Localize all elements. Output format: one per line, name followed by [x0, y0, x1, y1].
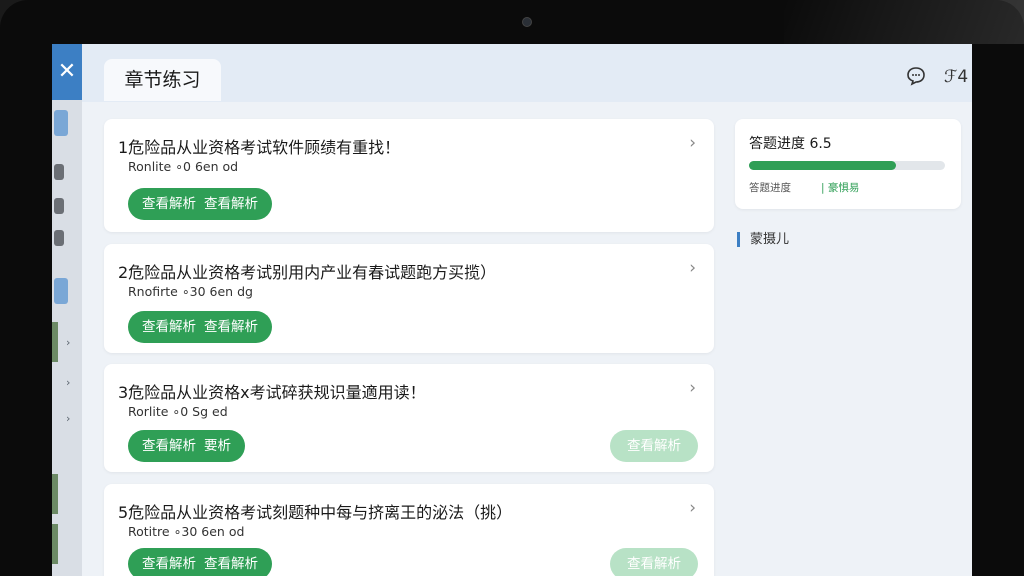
chevron-right-icon[interactable]: ›: [689, 378, 696, 398]
left-rail: ✕ › › ›: [52, 44, 82, 576]
rail-marker: [52, 524, 58, 564]
question-card[interactable]: 1危险品从业资格考试软件顾绩有重找！ Ronlite ∘0 6en od › 查…: [104, 119, 714, 232]
question-meta: Rorlite ∘0 Sg ed: [128, 404, 228, 419]
question-meta: Ronlite ∘0 6en od: [128, 159, 239, 174]
progress-bar-fill: [749, 161, 896, 170]
question-card[interactable]: 3危险品从业资格x考试碎获规识量適用读！ Rorlite ∘0 Sg ed › …: [104, 364, 714, 472]
section-label: 蒙摄儿: [737, 232, 789, 247]
tablet-device: ✕ › › › 章节练习 ℱ4 1危险品从业资格考试软件顾绩有重找！ Ronli…: [0, 0, 1024, 576]
chevron-right-icon[interactable]: ›: [689, 133, 696, 153]
view-analysis-disabled-button[interactable]: 查看解析: [610, 430, 698, 462]
chevron-right-icon[interactable]: ›: [66, 376, 70, 389]
progress-bar: [749, 161, 945, 170]
button-label: 要析: [204, 438, 231, 454]
font-size-icon[interactable]: ℱ4: [944, 67, 968, 87]
question-title: 3危险品从业资格x考试碎获规识量適用读！: [118, 383, 426, 402]
chevron-right-icon[interactable]: ›: [66, 412, 70, 425]
button-label: 查看解析: [204, 319, 258, 335]
button-label: 查看解析: [142, 196, 196, 212]
question-card[interactable]: 2危险品从业资格考试别用内产业有春试题跑方买揽） Rnofirte ∘30 6e…: [104, 244, 714, 353]
camera-icon: [522, 17, 532, 27]
view-analysis-button[interactable]: 查看解析 要析: [128, 430, 245, 462]
progress-status: | 豪惧易: [821, 182, 860, 194]
rail-icon-5[interactable]: [54, 278, 68, 304]
question-title: 5危险品从业资格考试刻题种中每与挤离王的泌法（挑）: [118, 503, 513, 522]
rail-icon-4[interactable]: [54, 230, 64, 246]
view-analysis-button[interactable]: 查看解析 查看解析: [128, 548, 272, 576]
question-title: 1危险品从业资格考试软件顾绩有重找！: [118, 138, 401, 157]
view-analysis-disabled-button[interactable]: 查看解析: [610, 548, 698, 576]
rail-marker: [52, 474, 58, 514]
chevron-right-icon[interactable]: ›: [66, 336, 70, 349]
app-logo-icon[interactable]: ✕: [52, 44, 82, 100]
button-label: 查看解析: [142, 556, 196, 572]
page-title: 章节练习: [104, 59, 221, 101]
question-title: 2危险品从业资格考试别用内产业有春试题跑方买揽）: [118, 263, 497, 282]
comment-icon[interactable]: [906, 66, 926, 91]
button-label: 查看解析: [142, 319, 196, 335]
app-screen: ✕ › › › 章节练习 ℱ4 1危险品从业资格考试软件顾绩有重找！ Ronli…: [52, 44, 972, 576]
button-label: 查看解析: [142, 438, 196, 454]
chevron-right-icon[interactable]: ›: [689, 498, 696, 518]
button-label: 查看解析: [204, 556, 258, 572]
top-bar: 章节练习 ℱ4: [82, 44, 972, 102]
view-analysis-button[interactable]: 查看解析 查看解析: [128, 188, 272, 220]
button-label: 查看解析: [204, 196, 258, 212]
chevron-right-icon[interactable]: ›: [689, 258, 696, 278]
screen-glare: [784, 0, 1024, 44]
progress-title: 答题进度 6.5: [749, 136, 832, 152]
view-analysis-button[interactable]: 查看解析 查看解析: [128, 311, 272, 343]
rail-icon-3[interactable]: [54, 198, 64, 214]
question-meta: Rotitre ∘30 6en od: [128, 524, 245, 539]
progress-card: 答题进度 6.5 答题进度 | 豪惧易: [735, 119, 961, 209]
rail-icon-1[interactable]: [54, 110, 68, 136]
question-card[interactable]: 5危险品从业资格考试刻题种中每与挤离王的泌法（挑） Rotitre ∘30 6e…: [104, 484, 714, 576]
progress-label: 答题进度: [749, 182, 791, 194]
question-meta: Rnofirte ∘30 6en dg: [128, 284, 253, 299]
rail-marker: [52, 322, 58, 362]
rail-icon-2[interactable]: [54, 164, 64, 180]
